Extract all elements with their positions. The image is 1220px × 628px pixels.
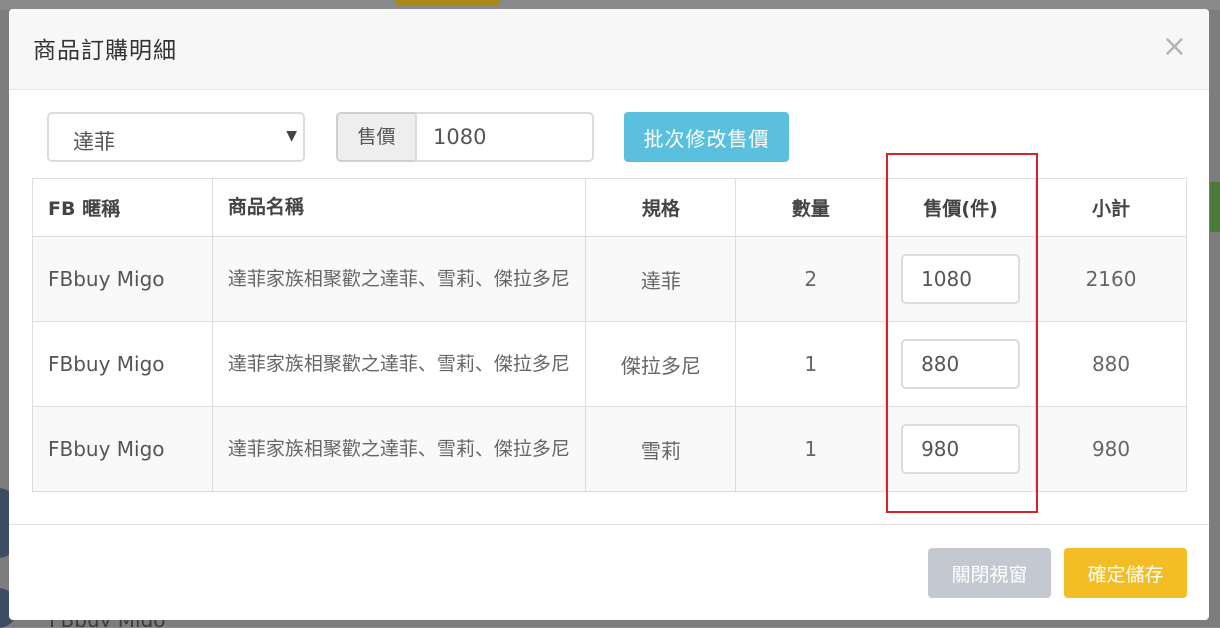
table-row: FBbuy Migo 達菲家族相聚歡之達菲、雪莉、傑拉多尼 達菲 2 2160 bbox=[32, 236, 1187, 322]
cell-unit-price bbox=[885, 406, 1037, 492]
cell-spec: 傑拉多尼 bbox=[585, 321, 737, 407]
batch-price-input[interactable] bbox=[415, 112, 594, 162]
cell-spec: 達菲 bbox=[585, 236, 737, 322]
header-unit-price: 售價(件) bbox=[885, 178, 1037, 237]
order-table: FB 暱稱 商品名稱 規格 數量 售價(件) 小計 FBbuy Migo 達菲家… bbox=[32, 178, 1187, 492]
cell-subtotal: 880 bbox=[1035, 321, 1187, 407]
cell-product-name: 達菲家族相聚歡之達菲、雪莉、傑拉多尼 bbox=[211, 321, 587, 407]
cell-quantity: 1 bbox=[735, 406, 887, 492]
table-header-row: FB 暱稱 商品名稱 規格 數量 售價(件) 小計 bbox=[32, 178, 1187, 237]
header-subtotal: 小計 bbox=[1035, 178, 1187, 237]
header-quantity: 數量 bbox=[735, 178, 887, 237]
cell-fb-nickname: FBbuy Migo bbox=[32, 406, 213, 492]
cell-fb-nickname: FBbuy Migo bbox=[32, 321, 213, 407]
batch-edit-price-button[interactable]: 批次修改售價 bbox=[624, 112, 789, 162]
cell-unit-price bbox=[885, 321, 1037, 407]
batch-price-group: 售價 bbox=[336, 112, 594, 162]
unit-price-input[interactable] bbox=[901, 254, 1021, 304]
cell-product-name: 達菲家族相聚歡之達菲、雪莉、傑拉多尼 bbox=[211, 236, 587, 322]
unit-price-input[interactable] bbox=[901, 424, 1021, 474]
header-spec: 規格 bbox=[585, 178, 737, 237]
price-addon-label: 售價 bbox=[336, 112, 416, 162]
cell-product-name: 達菲家族相聚歡之達菲、雪莉、傑拉多尼 bbox=[211, 406, 587, 492]
order-detail-modal: 商品訂購明細 × 達菲 ▼ 售價 批次修改售價 FB 暱稱 商品名稱 規格 數量… bbox=[9, 9, 1209, 620]
modal-title: 商品訂購明細 bbox=[33, 38, 177, 64]
spec-select[interactable]: 達菲 ▼ bbox=[47, 112, 305, 162]
close-window-button[interactable]: 關閉視窗 bbox=[928, 548, 1051, 598]
table-row: FBbuy Migo 達菲家族相聚歡之達菲、雪莉、傑拉多尼 雪莉 1 980 bbox=[32, 406, 1187, 492]
header-fb-nickname: FB 暱稱 bbox=[32, 178, 213, 237]
unit-price-input[interactable] bbox=[901, 339, 1021, 389]
background-green-button bbox=[1210, 182, 1220, 232]
modal-header: 商品訂購明細 × bbox=[9, 9, 1209, 90]
modal-footer: 關閉視窗 確定儲存 bbox=[9, 524, 1209, 621]
spec-select-value: 達菲 bbox=[73, 130, 115, 154]
close-icon[interactable]: × bbox=[1162, 27, 1187, 67]
cell-subtotal: 2160 bbox=[1035, 236, 1187, 322]
cell-fb-nickname: FBbuy Migo bbox=[32, 236, 213, 322]
background-badge bbox=[396, 0, 500, 6]
table-row: FBbuy Migo 達菲家族相聚歡之達菲、雪莉、傑拉多尼 傑拉多尼 1 880 bbox=[32, 321, 1187, 407]
cell-quantity: 1 bbox=[735, 321, 887, 407]
cell-spec: 雪莉 bbox=[585, 406, 737, 492]
save-button[interactable]: 確定儲存 bbox=[1064, 548, 1187, 598]
header-product-name: 商品名稱 bbox=[211, 178, 587, 237]
cell-quantity: 2 bbox=[735, 236, 887, 322]
cell-unit-price bbox=[885, 236, 1037, 322]
batch-toolbar: 達菲 ▼ 售價 批次修改售價 bbox=[47, 112, 1187, 162]
cell-subtotal: 980 bbox=[1035, 406, 1187, 492]
chevron-down-icon: ▼ bbox=[286, 128, 297, 144]
